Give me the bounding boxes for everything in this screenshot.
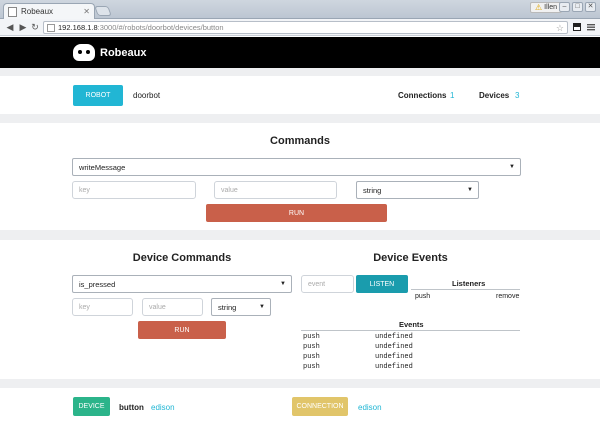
- command-value-input[interactable]: value: [214, 181, 337, 199]
- connections-count[interactable]: 1: [450, 91, 454, 100]
- robot-name: doorbot: [133, 91, 161, 100]
- command-type-value: string: [363, 185, 382, 195]
- robot-logo-icon: [73, 44, 95, 61]
- app-name: Robeaux: [100, 46, 147, 59]
- connections-label: Connections: [398, 91, 447, 100]
- device-info-bar: DEVICE button edison CONNECTION edison: [0, 388, 600, 432]
- device-button[interactable]: DEVICE: [73, 397, 110, 416]
- device-name: button: [119, 403, 144, 412]
- devices-label: Devices: [479, 91, 510, 100]
- run-device-command-button[interactable]: RUN: [138, 321, 226, 339]
- device-driver-link[interactable]: edison: [151, 403, 175, 412]
- close-tab-icon[interactable]: ✕: [83, 7, 90, 16]
- url-host: 192.168.1.8: [58, 23, 98, 32]
- section-divider: [0, 230, 600, 240]
- command-select-value: writeMessage: [79, 162, 126, 172]
- device-command-select[interactable]: is_pressed ▼: [72, 275, 292, 293]
- commands-title: Commands: [270, 135, 330, 147]
- device-type-value: string: [218, 302, 237, 312]
- device-value-input[interactable]: value: [142, 298, 203, 316]
- event-name: push: [303, 333, 320, 341]
- warning-icon: ⚠: [535, 3, 543, 12]
- connection-button[interactable]: CONNECTION: [292, 397, 348, 416]
- listen-button[interactable]: LISTEN: [356, 275, 408, 293]
- events-divider: [301, 330, 520, 331]
- chevron-down-icon: ▼: [280, 281, 286, 287]
- address-bar[interactable]: 192.168.1.8 :3000/#/robots/doorbot/devic…: [43, 21, 568, 34]
- app-header: Robeaux: [0, 37, 600, 68]
- device-events-title: Device Events: [373, 252, 448, 264]
- minimize-button[interactable]: –: [559, 2, 570, 12]
- listeners-divider: [411, 289, 520, 290]
- reload-icon[interactable]: ↻: [30, 22, 40, 32]
- robot-button[interactable]: ROBOT: [73, 85, 123, 106]
- connection-name-link[interactable]: edison: [358, 403, 382, 412]
- window-controls: – □ ✕: [559, 2, 596, 12]
- forward-arrow-icon[interactable]: ▶: [18, 22, 28, 32]
- menu-icon[interactable]: [586, 22, 596, 32]
- section-divider: [0, 379, 600, 388]
- back-arrow-icon[interactable]: ◀: [5, 22, 15, 32]
- events-title: Events: [399, 320, 424, 329]
- event-value: undefined: [375, 333, 413, 341]
- devices-count[interactable]: 3: [515, 91, 519, 100]
- robot-bar: ROBOT doorbot Connections 1 Devices 3: [0, 76, 600, 114]
- commands-section: Commands writeMessage ▼ key value string…: [0, 123, 600, 230]
- section-divider: [0, 68, 600, 76]
- device-section: Device Commands is_pressed ▼ key value s…: [0, 240, 600, 379]
- listener-name: push: [415, 293, 431, 300]
- profile-badge[interactable]: ⚠ Illen: [530, 2, 563, 13]
- browser-tab[interactable]: Robeaux ✕: [3, 3, 95, 19]
- browser-tab-strip: Robeaux ✕ ⚠ Illen – □ ✕: [0, 0, 600, 19]
- remove-listener-link[interactable]: remove: [496, 293, 519, 300]
- browser-toolbar: ◀ ▶ ↻ 192.168.1.8 :3000/#/robots/doorbot…: [0, 19, 600, 36]
- device-commands-title: Device Commands: [132, 252, 232, 264]
- device-command-select-value: is_pressed: [79, 279, 116, 289]
- browser-tab-title: Robeaux: [21, 7, 54, 16]
- maximize-button[interactable]: □: [572, 2, 583, 12]
- chevron-down-icon: ▼: [467, 187, 473, 193]
- event-input[interactable]: event: [301, 275, 354, 293]
- run-command-button[interactable]: RUN: [206, 204, 387, 222]
- section-divider: [0, 114, 600, 123]
- page-favicon-icon: [8, 6, 17, 17]
- extension-icon[interactable]: [572, 22, 582, 32]
- command-key-input[interactable]: key: [72, 181, 196, 199]
- device-key-input[interactable]: key: [72, 298, 133, 316]
- profile-badge-label: Illen: [544, 4, 558, 11]
- command-type-select[interactable]: string ▼: [356, 181, 479, 199]
- event-value: undefined: [375, 353, 413, 361]
- close-window-button[interactable]: ✕: [585, 2, 596, 12]
- chevron-down-icon: ▼: [509, 164, 515, 170]
- bookmark-star-icon[interactable]: ☆: [556, 23, 564, 34]
- app-logo[interactable]: Robeaux: [73, 44, 146, 61]
- new-tab-button[interactable]: [94, 6, 112, 16]
- event-name: push: [303, 363, 320, 371]
- event-name: push: [303, 353, 320, 361]
- chevron-down-icon: ▼: [259, 304, 265, 310]
- listeners-title: Listeners: [452, 279, 486, 288]
- event-name: push: [303, 343, 320, 351]
- url-path: :3000/#/robots/doorbot/devices/button: [97, 23, 224, 32]
- device-type-select[interactable]: string ▼: [211, 298, 271, 316]
- event-value: undefined: [375, 343, 413, 351]
- event-value: undefined: [375, 363, 413, 371]
- command-select[interactable]: writeMessage ▼: [72, 158, 521, 176]
- page-info-icon: [47, 23, 55, 32]
